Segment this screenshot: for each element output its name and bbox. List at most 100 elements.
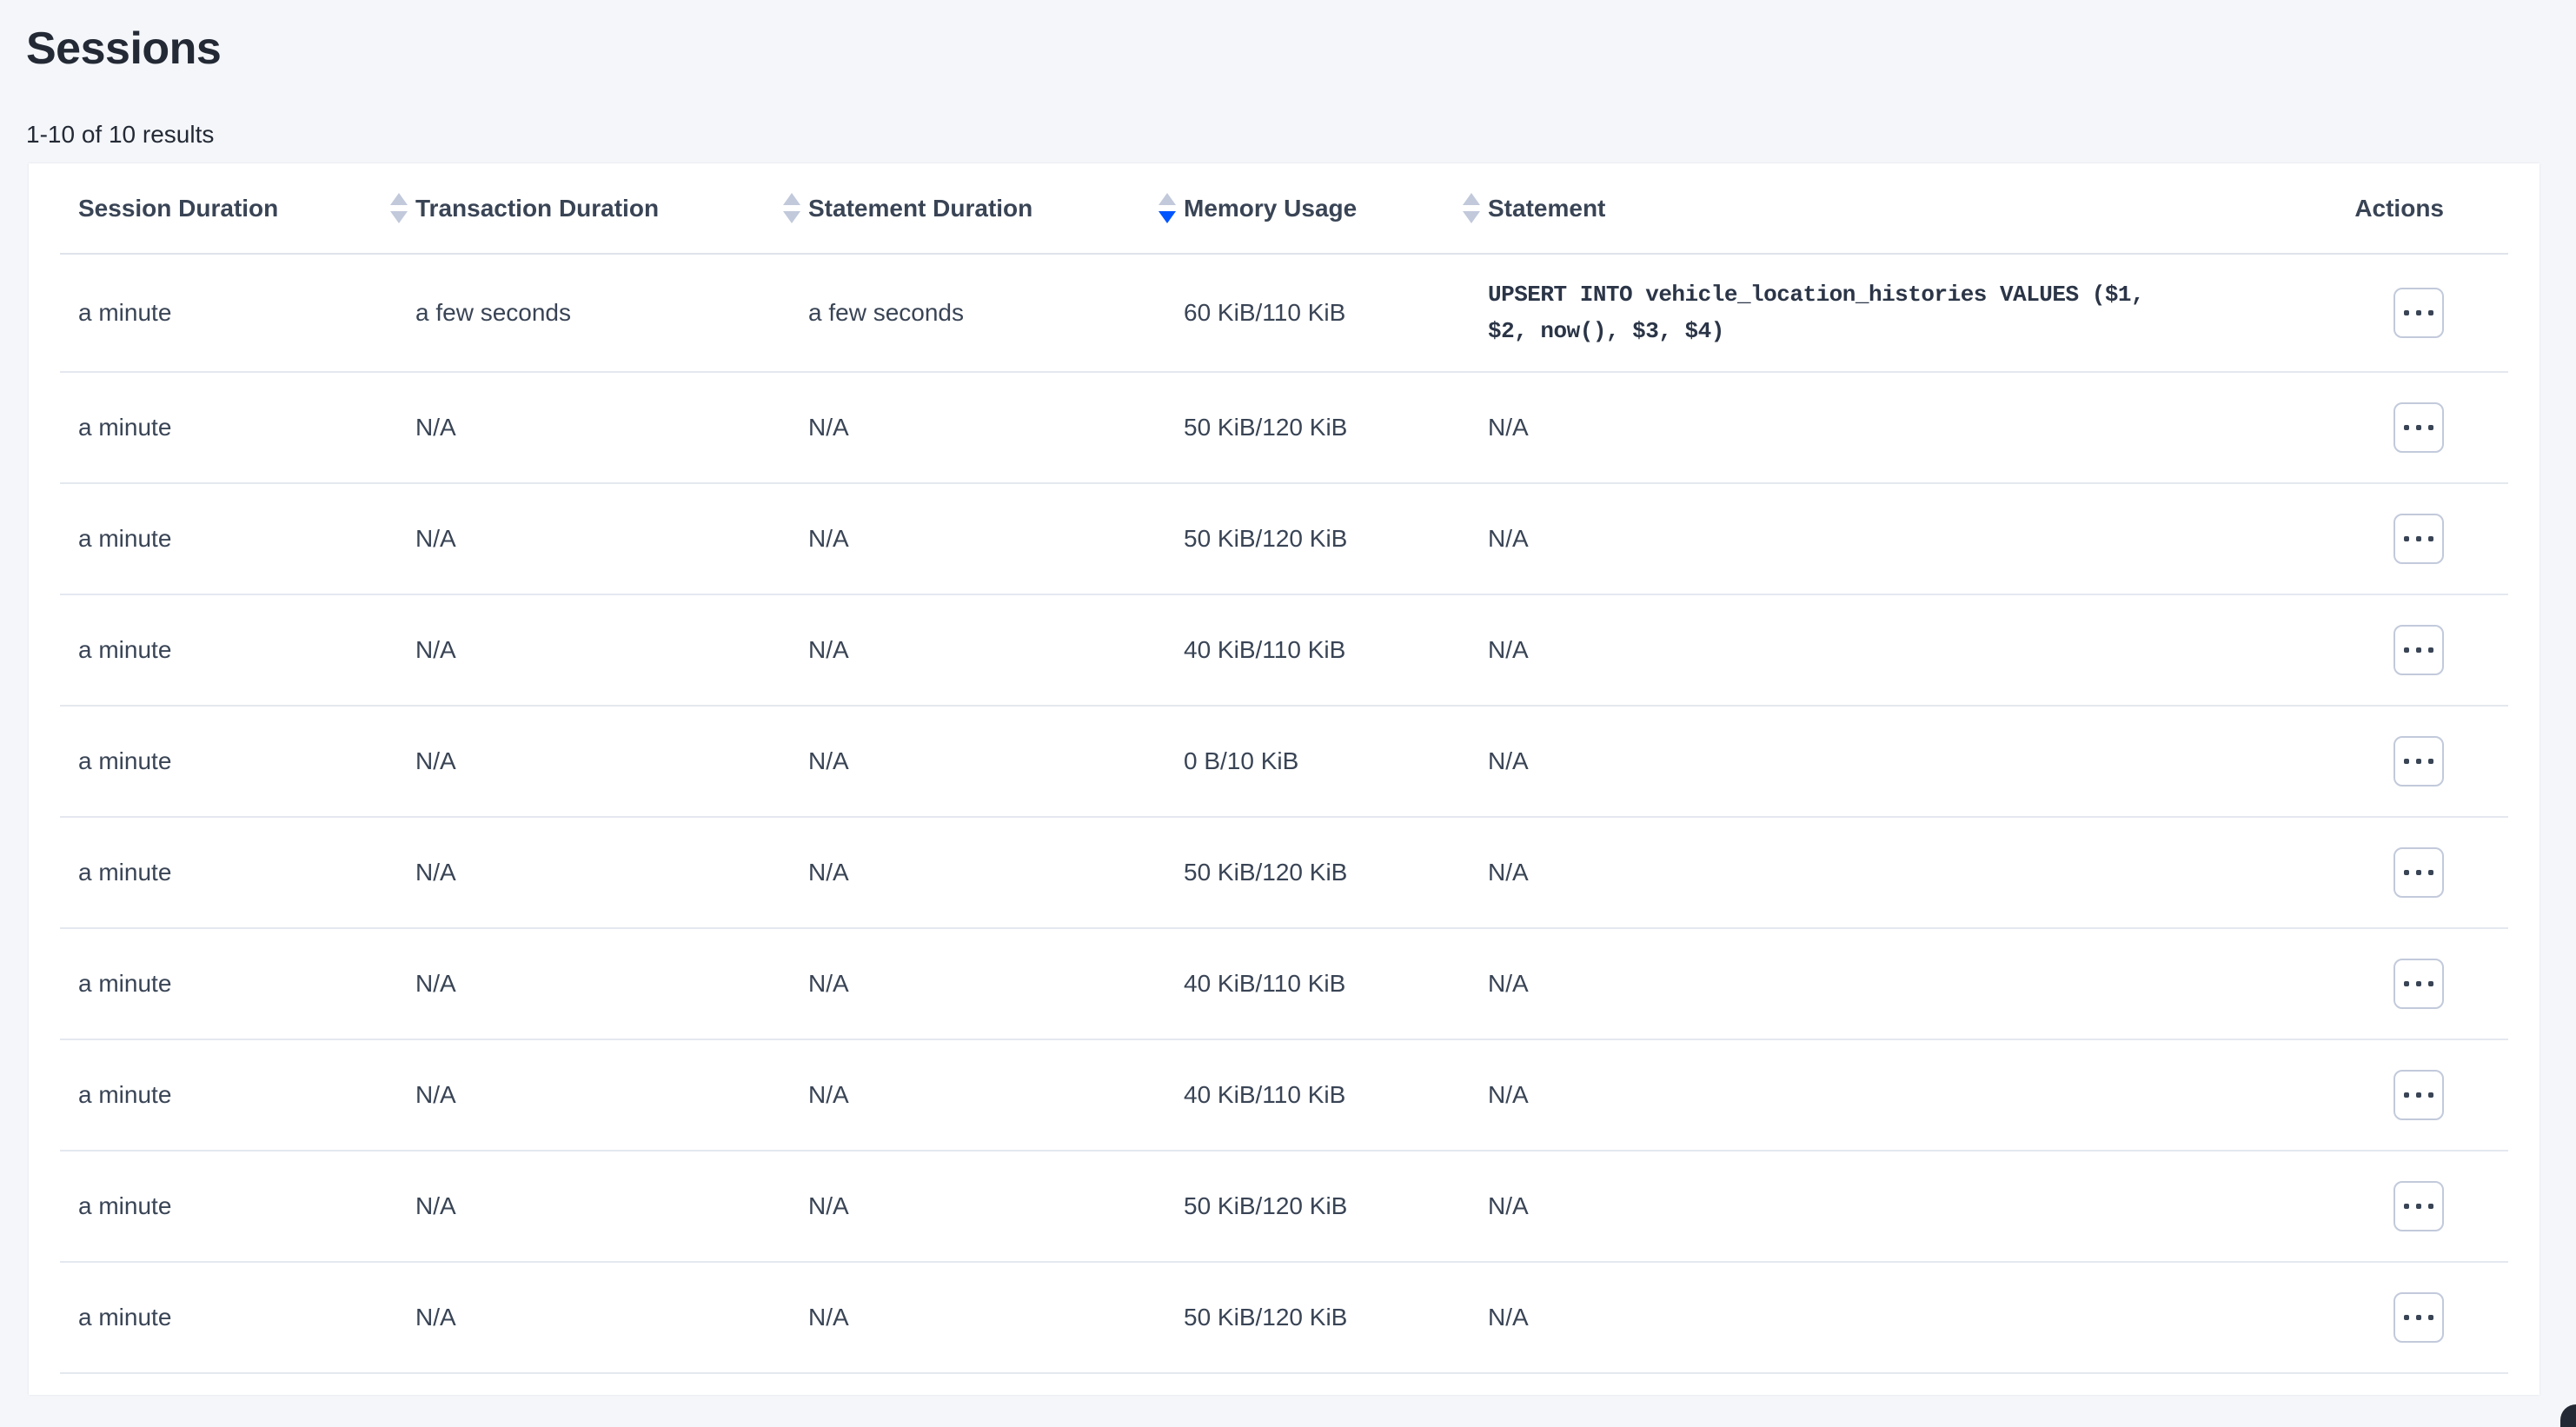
row-actions-button[interactable] (2393, 625, 2444, 675)
sessions-table-card: Session Duration Transaction Duration St… (29, 163, 2539, 1395)
table-row[interactable]: a minute N/A N/A 40 KiB/110 KiB N/A (60, 1040, 2508, 1152)
cell-statement-duration: N/A (790, 1302, 1165, 1333)
column-header-label: Transaction Duration (415, 195, 659, 222)
cell-actions (2247, 847, 2508, 898)
column-header-label: Actions (2354, 195, 2444, 222)
sessions-page: Sessions 1-10 of 10 results Session Dura… (0, 0, 2576, 1395)
table-header-row: Session Duration Transaction Duration St… (60, 163, 2508, 255)
cell-memory-usage: 40 KiB/110 KiB (1165, 1079, 1470, 1111)
cell-memory-usage: 50 KiB/120 KiB (1165, 1191, 1470, 1222)
cell-transaction-duration: a few seconds (397, 297, 790, 329)
cell-memory-usage: 60 KiB/110 KiB (1165, 297, 1470, 329)
cell-memory-usage: 40 KiB/110 KiB (1165, 634, 1470, 666)
cell-actions (2247, 514, 2508, 564)
ellipsis-icon (2428, 425, 2433, 430)
ellipsis-icon (2428, 870, 2433, 875)
cell-statement: N/A (1470, 412, 2247, 443)
cell-statement: N/A (1470, 1302, 2247, 1333)
cell-session-duration: a minute (60, 412, 397, 443)
cell-session-duration: a minute (60, 1191, 397, 1222)
ellipsis-icon (2428, 310, 2433, 315)
cell-actions (2247, 1292, 2508, 1343)
ellipsis-icon (2404, 1092, 2409, 1098)
column-header-statement_duration[interactable]: Statement Duration (790, 193, 1165, 223)
cell-statement: N/A (1470, 968, 2247, 999)
column-header-label: Session Duration (78, 195, 278, 222)
table-row[interactable]: a minute a few seconds a few seconds 60 … (60, 255, 2508, 373)
corner-notch (2560, 1404, 2576, 1427)
cell-statement-duration: N/A (790, 857, 1165, 888)
column-header-memory_usage[interactable]: Memory Usage (1165, 193, 1470, 223)
cell-transaction-duration: N/A (397, 412, 790, 443)
cell-actions (2247, 288, 2508, 338)
ellipsis-icon (2404, 536, 2409, 541)
ellipsis-icon (2428, 981, 2433, 986)
ellipsis-icon (2404, 1204, 2409, 1209)
column-header-session_duration[interactable]: Session Duration (60, 193, 397, 223)
column-header-actions: Actions (2247, 195, 2508, 222)
cell-transaction-duration: N/A (397, 968, 790, 999)
ellipsis-icon (2404, 425, 2409, 430)
table-row[interactable]: a minute N/A N/A 50 KiB/120 KiB N/A (60, 818, 2508, 929)
cell-memory-usage: 50 KiB/120 KiB (1165, 1302, 1470, 1333)
cell-transaction-duration: N/A (397, 1079, 790, 1111)
cell-memory-usage: 50 KiB/120 KiB (1165, 412, 1470, 443)
row-actions-button[interactable] (2393, 402, 2444, 453)
cell-transaction-duration: N/A (397, 746, 790, 777)
cell-actions (2247, 1181, 2508, 1231)
cell-session-duration: a minute (60, 523, 397, 554)
ellipsis-icon (2416, 981, 2421, 986)
table-row[interactable]: a minute N/A N/A 50 KiB/120 KiB N/A (60, 1263, 2508, 1374)
cell-statement: N/A (1470, 1079, 2247, 1111)
cell-statement: N/A (1470, 634, 2247, 666)
cell-session-duration: a minute (60, 1079, 397, 1111)
cell-memory-usage: 50 KiB/120 KiB (1165, 523, 1470, 554)
ellipsis-icon (2404, 759, 2409, 764)
column-header-label: Statement Duration (808, 195, 1032, 222)
table-row[interactable]: a minute N/A N/A 50 KiB/120 KiB N/A (60, 1152, 2508, 1263)
page-title: Sessions (26, 23, 2576, 75)
ellipsis-icon (2416, 1092, 2421, 1098)
cell-statement: N/A (1470, 1191, 2247, 1222)
row-actions-button[interactable] (2393, 736, 2444, 787)
cell-session-duration: a minute (60, 968, 397, 999)
cell-transaction-duration: N/A (397, 1191, 790, 1222)
ellipsis-icon (2428, 647, 2433, 653)
cell-statement-duration: a few seconds (790, 297, 1165, 329)
cell-statement-duration: N/A (790, 1079, 1165, 1111)
table-row[interactable]: a minute N/A N/A 40 KiB/110 KiB N/A (60, 929, 2508, 1040)
cell-actions (2247, 402, 2508, 453)
table-row[interactable]: a minute N/A N/A 40 KiB/110 KiB N/A (60, 595, 2508, 707)
row-actions-button[interactable] (2393, 847, 2444, 898)
ellipsis-icon (2428, 1315, 2433, 1320)
cell-session-duration: a minute (60, 746, 397, 777)
ellipsis-icon (2416, 647, 2421, 653)
row-actions-button[interactable] (2393, 514, 2444, 564)
cell-transaction-duration: N/A (397, 1302, 790, 1333)
table-row[interactable]: a minute N/A N/A 0 B/10 KiB N/A (60, 707, 2508, 818)
cell-transaction-duration: N/A (397, 634, 790, 666)
row-actions-button[interactable] (2393, 288, 2444, 338)
cell-memory-usage: 40 KiB/110 KiB (1165, 968, 1470, 999)
ellipsis-icon (2404, 981, 2409, 986)
ellipsis-icon (2428, 1204, 2433, 1209)
ellipsis-icon (2416, 1315, 2421, 1320)
ellipsis-icon (2428, 759, 2433, 764)
column-header-transaction_duration[interactable]: Transaction Duration (397, 193, 790, 223)
cell-statement-duration: N/A (790, 634, 1165, 666)
cell-actions (2247, 1070, 2508, 1120)
cell-actions (2247, 959, 2508, 1009)
cell-statement-duration: N/A (790, 968, 1165, 999)
ellipsis-icon (2428, 536, 2433, 541)
ellipsis-icon (2428, 1092, 2433, 1098)
cell-transaction-duration: N/A (397, 857, 790, 888)
row-actions-button[interactable] (2393, 1292, 2444, 1343)
column-header-statement: Statement (1470, 195, 2247, 222)
cell-session-duration: a minute (60, 297, 397, 329)
row-actions-button[interactable] (2393, 1181, 2444, 1231)
row-actions-button[interactable] (2393, 959, 2444, 1009)
row-actions-button[interactable] (2393, 1070, 2444, 1120)
table-row[interactable]: a minute N/A N/A 50 KiB/120 KiB N/A (60, 484, 2508, 595)
cell-session-duration: a minute (60, 1302, 397, 1333)
table-row[interactable]: a minute N/A N/A 50 KiB/120 KiB N/A (60, 373, 2508, 484)
